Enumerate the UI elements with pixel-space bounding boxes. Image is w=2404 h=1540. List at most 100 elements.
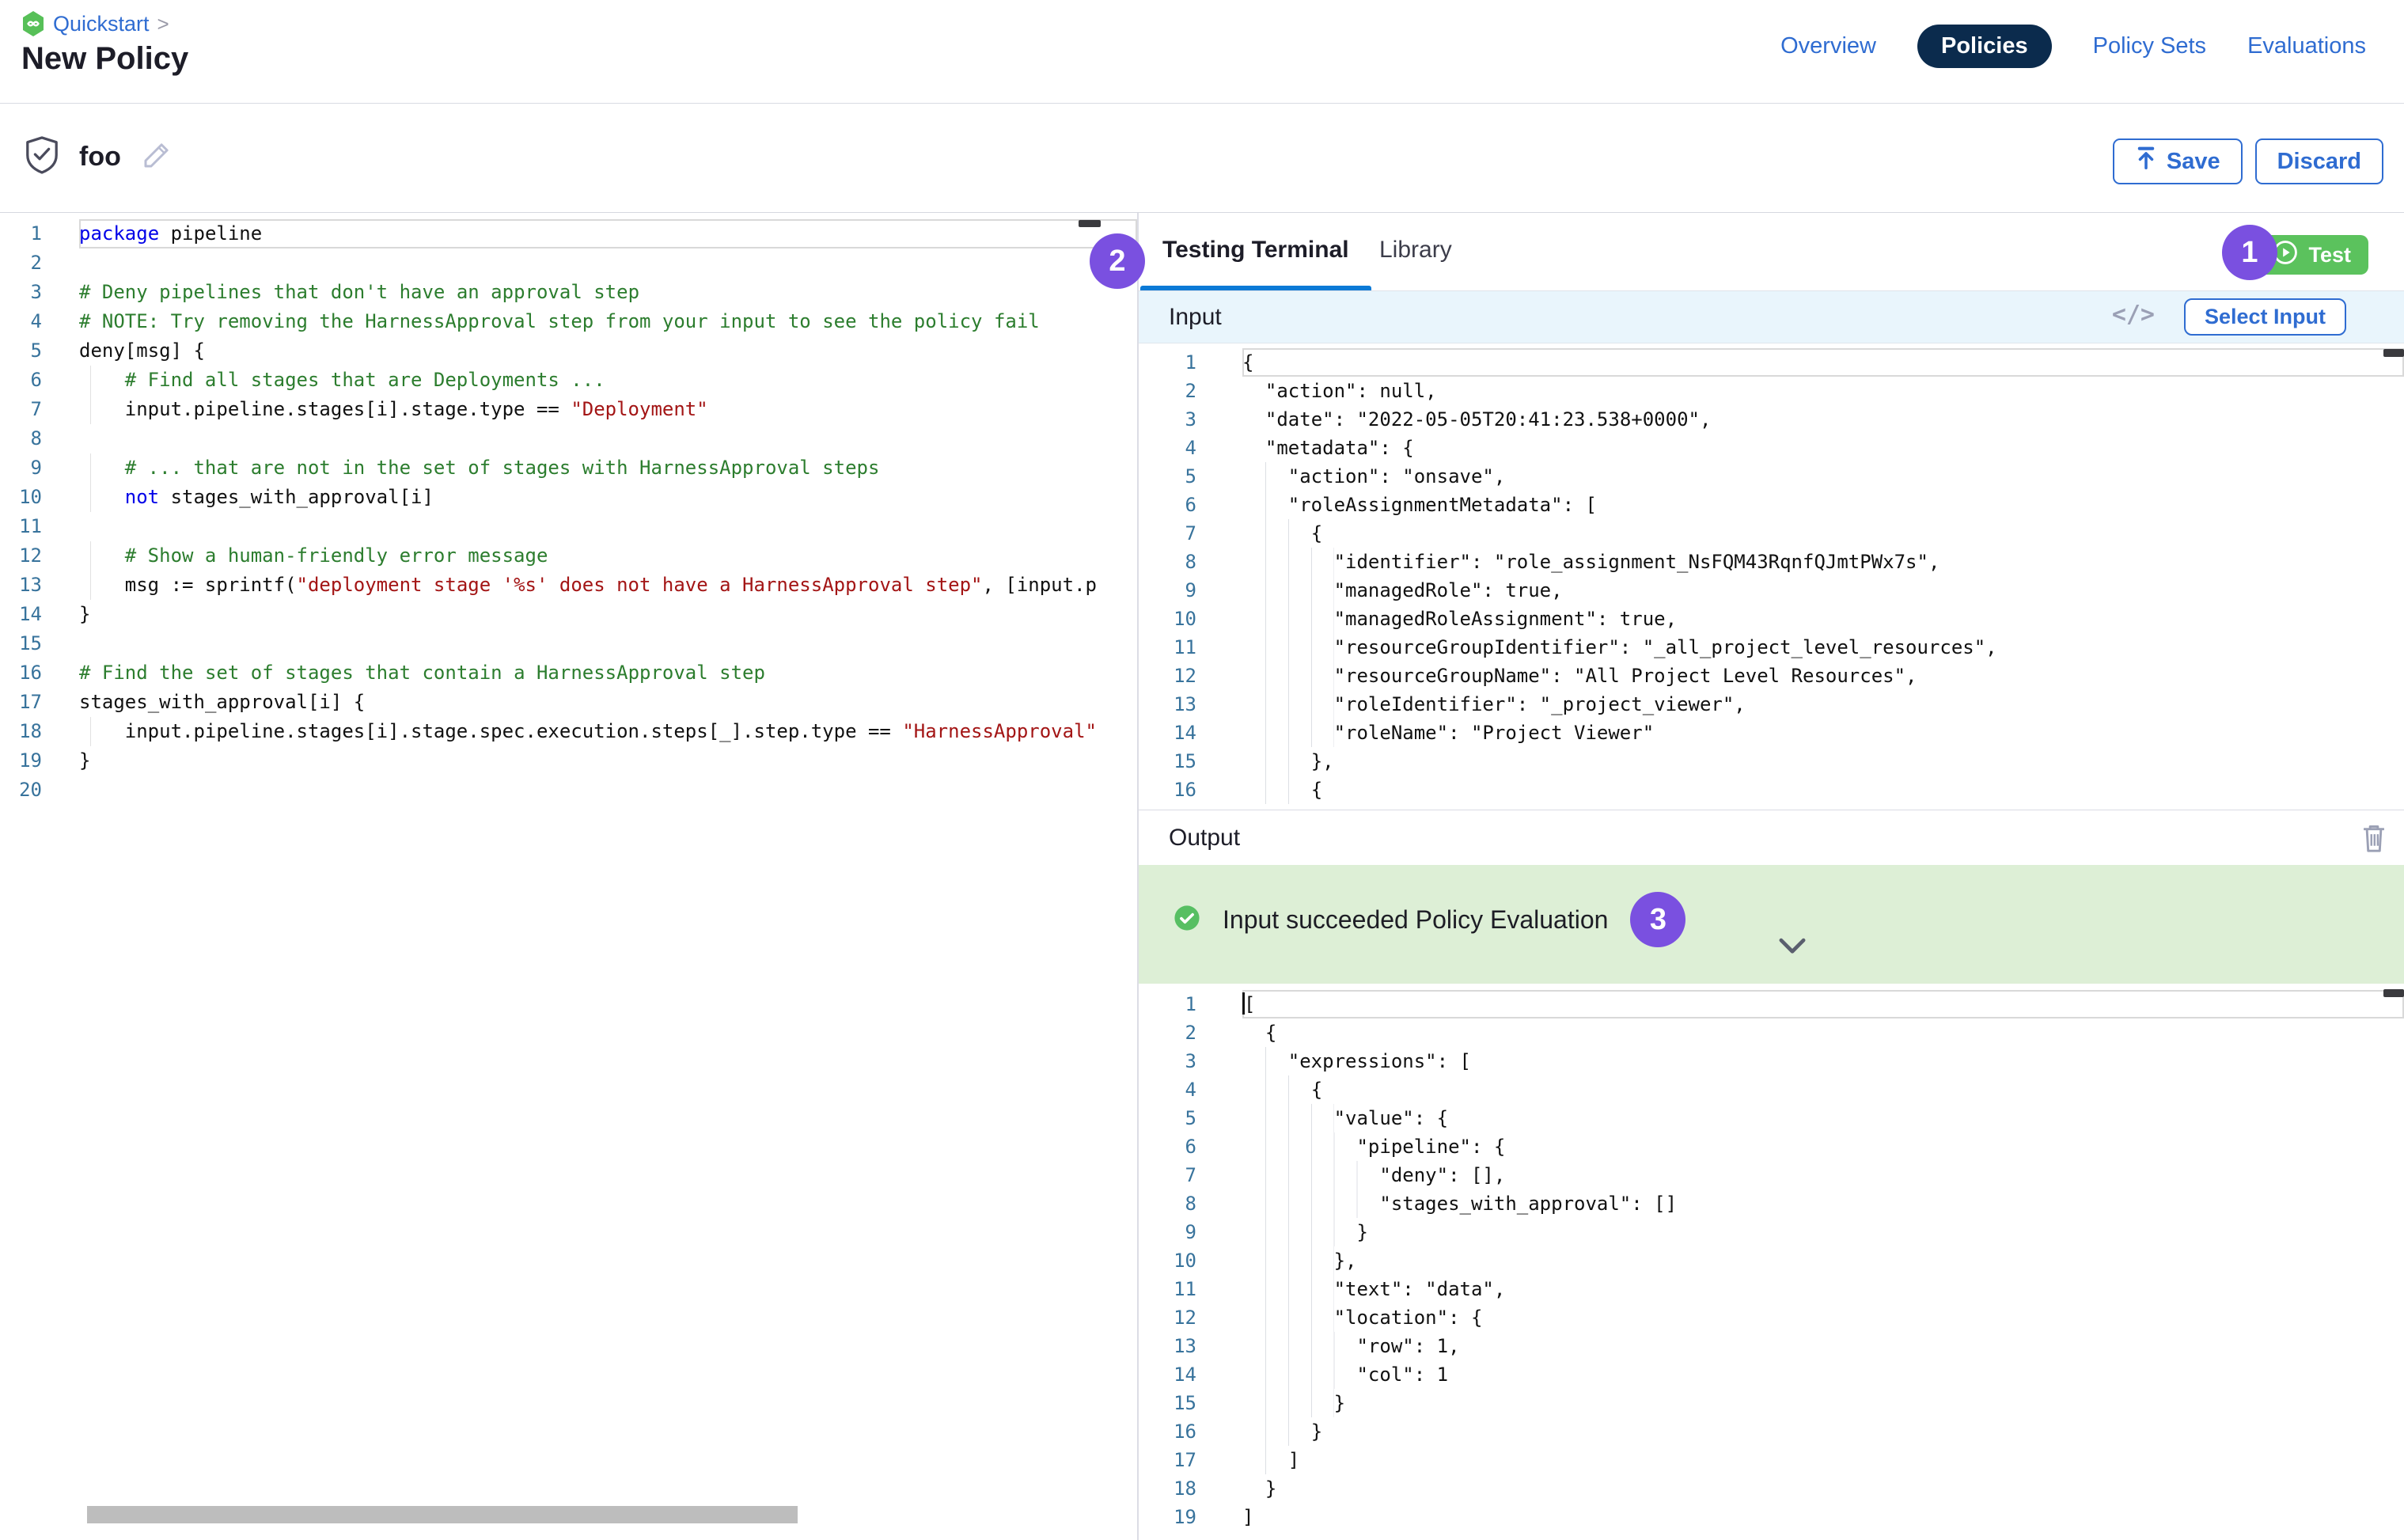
expand-chevron-down-icon[interactable] — [1777, 938, 1807, 959]
output-pane-header: Output — [1139, 810, 2404, 865]
code-line: 18input.pipeline.stages[i].stage.spec.ex… — [0, 717, 1137, 746]
policy-code-editor[interactable]: 1package pipeline23# Deny pipelines that… — [0, 213, 1137, 1540]
code-line: 20 — [0, 776, 1137, 805]
code-line: 6"pipeline": { — [1139, 1132, 2404, 1161]
code-line: 12"resourceGroupName": "All Project Leve… — [1139, 662, 2404, 690]
input-pane-title: Input — [1169, 304, 1222, 331]
code-view-icon[interactable]: </> — [2112, 301, 2155, 328]
new-policy-page: Quickstart > New Policy Overview Policie… — [0, 0, 2404, 1540]
code-line: 2{ — [1139, 1018, 2404, 1047]
code-line: 4# NOTE: Try removing the HarnessApprova… — [0, 307, 1137, 336]
code-line: 17stages_with_approval[i] { — [0, 688, 1137, 717]
code-line: 14"roleName": "Project Viewer" — [1139, 719, 2404, 747]
input-editor-scrollbar-thumb[interactable] — [2383, 349, 2404, 357]
banner-message: Input succeeded Policy Evaluation — [1223, 905, 1608, 935]
code-line: 8"identifier": "role_assignment_NsFQM43R… — [1139, 548, 2404, 576]
code-line: 16# Find the set of stages that contain … — [0, 658, 1137, 688]
code-line: 3"expressions": [ — [1139, 1047, 2404, 1075]
nav-item-evaluations[interactable]: Evaluations — [2247, 33, 2366, 59]
nav-item-policies[interactable]: Policies — [1917, 25, 2052, 68]
code-line: 19} — [0, 746, 1137, 776]
code-line: 8"stages_with_approval": [] — [1139, 1189, 2404, 1218]
code-line: 7{ — [1139, 519, 2404, 548]
code-line: 13msg := sprintf("deployment stage '%s' … — [0, 571, 1137, 600]
code-line: 11"text": "data", — [1139, 1275, 2404, 1303]
annotation-badge-2: 2 — [1090, 233, 1145, 289]
code-line: 13"roleIdentifier": "_project_viewer", — [1139, 690, 2404, 719]
code-line: 5deny[msg] { — [0, 336, 1137, 366]
annotation-badge-3: 3 — [1630, 892, 1685, 947]
code-line: 12"location": { — [1139, 1303, 2404, 1332]
page-header: Quickstart > New Policy Overview Policie… — [0, 0, 2404, 104]
testing-panel: 2 Testing Terminal Library 1 Test Inpu — [1139, 213, 2404, 1540]
clear-output-trash-icon[interactable] — [2358, 821, 2390, 859]
tab-testing-terminal[interactable]: Testing Terminal — [1162, 237, 1349, 264]
policy-identity: foo — [24, 135, 173, 179]
code-line: 15 — [0, 629, 1137, 658]
code-line: 10not stages_with_approval[i] — [0, 483, 1137, 512]
code-line: 9# ... that are not in the set of stages… — [0, 453, 1137, 483]
save-upload-icon — [2135, 146, 2157, 176]
code-line: 4{ — [1139, 1075, 2404, 1104]
code-line: 1{ — [1139, 348, 2404, 377]
code-line: 12# Show a human-friendly error message — [0, 541, 1137, 571]
test-button-label: Test — [2308, 243, 2351, 267]
output-json-editor[interactable]: 1[2{3"expressions": [4{5"value": {6"pipe… — [1139, 984, 2404, 1540]
code-line: 4"metadata": { — [1139, 434, 2404, 462]
code-line: 14} — [0, 600, 1137, 629]
code-line: 15}, — [1139, 747, 2404, 776]
code-line: 1package pipeline — [0, 219, 1137, 248]
nav-item-overview[interactable]: Overview — [1780, 33, 1876, 59]
top-nav: Overview Policies Policy Sets Evaluation… — [1780, 24, 2366, 68]
discard-button[interactable]: Discard — [2255, 138, 2383, 184]
testing-tabbar: 2 Testing Terminal Library 1 Test — [1139, 213, 2404, 291]
output-pane-title: Output — [1169, 825, 1240, 852]
code-line: 6"roleAssignmentMetadata": [ — [1139, 491, 2404, 519]
success-check-icon — [1174, 905, 1200, 935]
toolbar-actions: Save Discard — [2113, 138, 2383, 184]
code-line: 10"managedRoleAssignment": true, — [1139, 605, 2404, 633]
breadcrumb-quickstart-link[interactable]: Quickstart — [53, 12, 150, 36]
code-line: 13"row": 1, — [1139, 1332, 2404, 1360]
code-line: 14"col": 1 — [1139, 1360, 2404, 1389]
policy-editor-horizontal-scrollbar[interactable] — [87, 1506, 798, 1523]
nav-item-policy-sets[interactable]: Policy Sets — [2093, 33, 2206, 59]
code-line: 7input.pipeline.stages[i].stage.type == … — [0, 395, 1137, 424]
code-line: 9} — [1139, 1218, 2404, 1246]
breadcrumb: Quickstart > — [21, 11, 169, 36]
policy-editor-scrollbar-thumb[interactable] — [1079, 220, 1101, 227]
edit-pencil-icon[interactable] — [140, 138, 173, 176]
code-line: 7"deny": [], — [1139, 1161, 2404, 1189]
save-button-label: Save — [2167, 149, 2220, 175]
workspace: 1package pipeline23# Deny pipelines that… — [0, 212, 2404, 1540]
code-line: 1[ — [1139, 990, 2404, 1018]
policy-name: foo — [79, 142, 121, 173]
select-input-button[interactable]: Select Input — [2184, 298, 2346, 336]
code-line: 10}, — [1139, 1246, 2404, 1275]
code-line: 18} — [1139, 1474, 2404, 1503]
input-json-editor[interactable]: 1{2"action": null,3"date": "2022-05-05T2… — [1139, 343, 2404, 810]
code-line: 3"date": "2022-05-05T20:41:23.538+0000", — [1139, 405, 2404, 434]
code-line: 15} — [1139, 1389, 2404, 1417]
output-editor-scrollbar-thumb[interactable] — [2383, 989, 2404, 997]
policy-toolbar: foo Save Discard — [0, 104, 2404, 212]
input-pane-header: Input </> Select Input — [1139, 291, 2404, 343]
code-line: 2"action": null, — [1139, 377, 2404, 405]
code-line: 17] — [1139, 1446, 2404, 1474]
active-tab-underline — [1140, 286, 1371, 290]
harness-logo-icon — [21, 11, 45, 36]
tab-library[interactable]: Library — [1379, 237, 1452, 264]
breadcrumb-chevron-icon: > — [157, 12, 169, 36]
code-line: 5"action": "onsave", — [1139, 462, 2404, 491]
code-line: 6# Find all stages that are Deployments … — [0, 366, 1137, 395]
code-line: 16} — [1139, 1417, 2404, 1446]
banner-row: Input succeeded Policy Evaluation 3 — [1174, 892, 1685, 947]
page-title: New Policy — [21, 41, 188, 77]
discard-button-label: Discard — [2277, 149, 2361, 175]
code-line: 9"managedRole": true, — [1139, 576, 2404, 605]
code-line: 3# Deny pipelines that don't have an app… — [0, 278, 1137, 307]
code-line: 16{ — [1139, 776, 2404, 804]
save-button[interactable]: Save — [2113, 138, 2243, 184]
code-line: 8 — [0, 424, 1137, 453]
evaluation-result-banner: Input succeeded Policy Evaluation 3 — [1139, 865, 2404, 984]
